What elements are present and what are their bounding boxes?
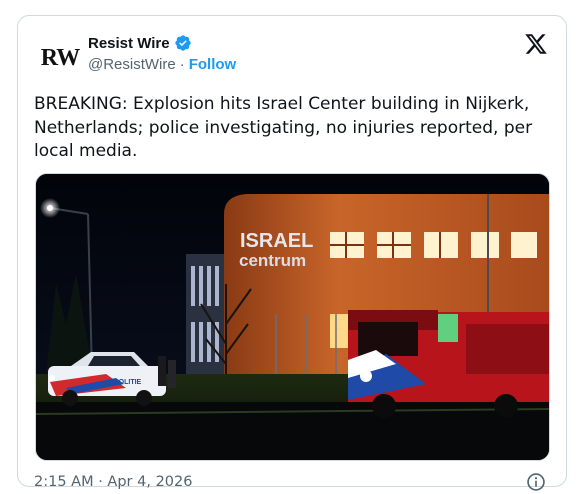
sign-line2: centrum [239, 251, 306, 270]
sign-line1: ISRAEL [240, 230, 313, 252]
tweet-card[interactable]: RW Resist Wire @ResistWire · Follow BREA… [17, 15, 567, 491]
author-handle[interactable]: @ResistWire [88, 56, 176, 73]
author-name-row: Resist Wire [88, 34, 192, 52]
tweet-header: RW Resist Wire @ResistWire · Follow [38, 32, 548, 80]
avatar[interactable]: RW [38, 36, 82, 80]
author-handle-row: @ResistWire · Follow [88, 56, 236, 73]
tweet-media-image[interactable]: ISRAEL centrum POLITIE [35, 173, 550, 461]
tweet-timestamp[interactable]: 2:15 AM · Apr 4, 2026 [34, 474, 192, 490]
fire-truck [348, 310, 549, 418]
verified-badge-icon [174, 35, 191, 51]
media-scene: ISRAEL centrum POLITIE [36, 174, 549, 460]
tweet-text: BREAKING: Explosion hits Israel Center b… [34, 94, 533, 161]
author-display-name[interactable]: Resist Wire [88, 35, 170, 52]
follow-button[interactable]: Follow [189, 56, 237, 73]
separator-dot: · [179, 56, 185, 73]
police-car-text: POLITIE [114, 379, 142, 386]
x-logo-icon[interactable] [524, 32, 548, 56]
info-icon[interactable] [526, 472, 546, 492]
